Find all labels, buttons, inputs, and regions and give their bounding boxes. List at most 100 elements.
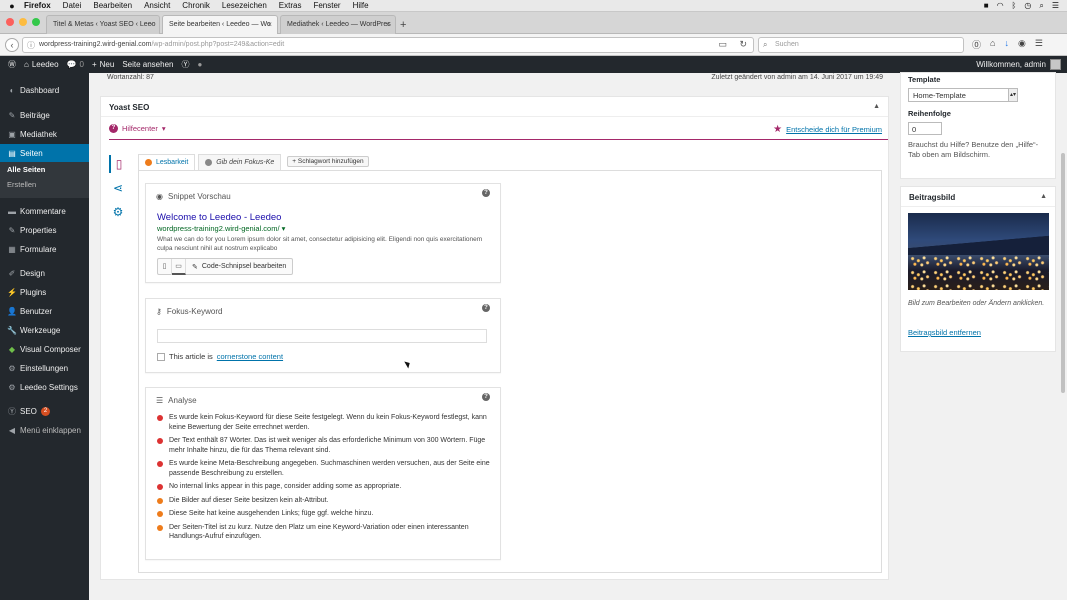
page-scrollbar[interactable]: [1059, 73, 1067, 600]
my-account[interactable]: Willkommen, admin: [976, 59, 1067, 70]
close-tab-icon[interactable]: ×: [267, 20, 272, 29]
card-header[interactable]: ◉ Snippet Vorschau ?: [146, 184, 500, 204]
sidebar-item-beitraege[interactable]: ✎ Beiträge: [0, 106, 89, 124]
sidebar-item-formulare[interactable]: ▦ Formulare: [0, 240, 89, 258]
metabox-header[interactable]: Yoast SEO ▲: [101, 97, 888, 117]
pocket-icon[interactable]: ⓪: [972, 38, 981, 51]
sidebar-item-leedeo-settings[interactable]: ⚙ Leedeo Settings: [0, 378, 89, 396]
browser-tab-bar: Titel & Metas ‹ Yoast SEO ‹ Leeo × Seite…: [0, 12, 1067, 34]
sidebar-item-mediathek[interactable]: ▣ Mediathek: [0, 125, 89, 143]
sync-icon[interactable]: ◉: [1018, 38, 1026, 51]
spotlight-icon[interactable]: ⌕: [1039, 1, 1043, 11]
site-name-link[interactable]: ⌂ Leedeo: [24, 60, 59, 69]
help-center-toggle[interactable]: ? Hilfecenter ▾: [109, 124, 166, 133]
menu-app-name[interactable]: Firefox: [24, 1, 51, 10]
browser-tab-edit-page[interactable]: Seite bearbeiten ‹ Leedeo — Wo ×: [162, 15, 278, 34]
notification-icon[interactable]: ☰: [1052, 1, 1059, 10]
menu-ansicht[interactable]: Ansicht: [144, 1, 170, 10]
sidebar-item-werkzeuge[interactable]: 🔧 Werkzeuge: [0, 321, 89, 339]
url-bar[interactable]: ⓘ wordpress-training2.wird-genial.com/wp…: [22, 37, 754, 53]
device-toggle: ▯ ▭ ✎ Code-Schnipsel bearbeiten: [157, 258, 294, 275]
edit-snippet-label: Code-Schnipsel bearbeiten: [201, 263, 287, 270]
share-icon[interactable]: ⋖: [109, 179, 127, 197]
card-header[interactable]: ⚷ Fokus-Keyword ?: [146, 299, 500, 319]
wifi-icon[interactable]: ◠: [997, 1, 1004, 10]
sidebar-item-kommentare[interactable]: ▬ Kommentare: [0, 202, 89, 220]
desktop-preview-icon[interactable]: ▭: [172, 258, 186, 275]
clock-icon[interactable]: ◷: [1024, 1, 1031, 10]
featured-image[interactable]: [908, 213, 1049, 290]
template-select[interactable]: Home-Template ▴▾: [908, 88, 1018, 102]
comments-link[interactable]: 💬 0: [67, 60, 84, 69]
menu-datei[interactable]: Datei: [63, 1, 82, 10]
featured-image-header[interactable]: Beitragsbild ▲: [901, 187, 1055, 207]
add-keyword-button[interactable]: + Schlagwort hinzufügen: [287, 156, 369, 167]
cornerstone-checkbox[interactable]: [157, 352, 165, 361]
mobile-preview-icon[interactable]: ▯: [158, 258, 172, 275]
premium-link[interactable]: ★ Entscheide dich für Premium: [773, 124, 882, 135]
sidebar-item-seo[interactable]: Ⓨ SEO 2: [0, 402, 89, 420]
sidebar-item-visual-composer[interactable]: ◆ Visual Composer: [0, 340, 89, 358]
menu-lesezeichen[interactable]: Lesezeichen: [222, 1, 267, 10]
snippet-title[interactable]: Welcome to Leedeo - Leedeo: [157, 212, 500, 223]
view-page-link[interactable]: Seite ansehen: [122, 60, 173, 69]
tab-readability[interactable]: Lesbarkeit: [138, 154, 196, 170]
back-icon[interactable]: ‹: [5, 38, 19, 52]
info-icon[interactable]: ⓘ: [27, 40, 35, 51]
download-icon[interactable]: ↓: [1004, 38, 1009, 51]
traffic-light-icon[interactable]: ▯: [109, 155, 127, 173]
remove-featured-image-link[interactable]: Beitragsbild entfernen: [908, 328, 981, 337]
sidebar-item-dashboard[interactable]: ◐ Dashboard: [0, 81, 89, 99]
browser-tab-yoast-titles[interactable]: Titel & Metas ‹ Yoast SEO ‹ Leeo ×: [46, 15, 160, 34]
hamburger-menu-icon[interactable]: ☰: [1035, 38, 1043, 51]
scrollbar-thumb[interactable]: [1061, 153, 1065, 393]
wp-logo-icon[interactable]: Ⓦ: [8, 59, 16, 70]
submenu-all-pages[interactable]: Alle Seiten: [0, 162, 89, 177]
help-icon[interactable]: ?: [482, 304, 490, 312]
card-header[interactable]: ☰ Analyse ?: [146, 388, 500, 408]
sidebar-collapse[interactable]: ◀ Menü einklappen: [0, 421, 89, 439]
sidebar-item-seiten[interactable]: ▤ Seiten: [0, 144, 89, 162]
sidebar-item-design[interactable]: ✐ Design: [0, 264, 89, 282]
bluetooth-icon[interactable]: ᛒ: [1012, 1, 1017, 10]
url-path: /wp-admin/post.php?post=249&action=edit: [151, 41, 285, 48]
apple-icon[interactable]: ●: [0, 1, 24, 11]
home-icon[interactable]: ⌂: [990, 38, 995, 51]
snippet-description[interactable]: What we can do for you Lorem ipsum dolor…: [157, 235, 490, 253]
reload-icon[interactable]: ↻: [739, 39, 747, 50]
close-tab-icon[interactable]: ×: [385, 20, 390, 29]
collapse-toggle-icon[interactable]: ▲: [873, 103, 880, 110]
gear-icon[interactable]: ⚙: [109, 203, 127, 221]
order-input[interactable]: 0: [908, 122, 942, 135]
new-content-link[interactable]: + Neu: [92, 60, 114, 69]
sidebar-item-properties[interactable]: ✎ Properties: [0, 221, 89, 239]
focus-keyword-input[interactable]: [157, 329, 487, 343]
cornerstone-link[interactable]: cornerstone content: [217, 352, 283, 361]
new-tab-icon[interactable]: +: [400, 19, 406, 31]
edit-snippet-button[interactable]: ✎ Code-Schnipsel bearbeiten: [186, 263, 292, 271]
snippet-url[interactable]: wordpress-training2.wird-genial.com/ ▾: [157, 224, 500, 233]
close-tab-icon[interactable]: ×: [149, 20, 154, 29]
yoast-adminbar-icon[interactable]: Ⓨ: [181, 59, 189, 70]
sidebar-item-plugins[interactable]: ⚡ Plugins: [0, 283, 89, 301]
seo-status-icon[interactable]: ●: [197, 60, 202, 69]
collapse-toggle-icon[interactable]: ▲: [1040, 193, 1047, 200]
browser-tab-media[interactable]: Mediathek ‹ Leedeo — WordPres ×: [280, 15, 396, 34]
browser-search-input[interactable]: ⌕ Suchen: [758, 37, 964, 53]
status-icon[interactable]: ■: [984, 1, 989, 10]
menu-chronik[interactable]: Chronik: [182, 1, 210, 10]
menu-bearbeiten[interactable]: Bearbeiten: [93, 1, 132, 10]
sidebar-item-einstellungen[interactable]: ⚙ Einstellungen: [0, 359, 89, 377]
reader-view-icon[interactable]: ▭: [718, 39, 727, 50]
menu-fenster[interactable]: Fenster: [313, 1, 340, 10]
help-icon[interactable]: ?: [482, 189, 490, 197]
help-icon[interactable]: ?: [482, 393, 490, 401]
menu-hilfe[interactable]: Hilfe: [353, 1, 369, 10]
close-window-icon[interactable]: [6, 18, 14, 26]
sidebar-item-benutzer[interactable]: 👤 Benutzer: [0, 302, 89, 320]
submenu-create[interactable]: Erstellen: [0, 177, 89, 192]
minimize-window-icon[interactable]: [19, 18, 27, 26]
zoom-window-icon[interactable]: [32, 18, 40, 26]
tab-focus-keyword[interactable]: Gib dein Fokus-Ke: [198, 154, 282, 170]
menu-extras[interactable]: Extras: [279, 1, 302, 10]
